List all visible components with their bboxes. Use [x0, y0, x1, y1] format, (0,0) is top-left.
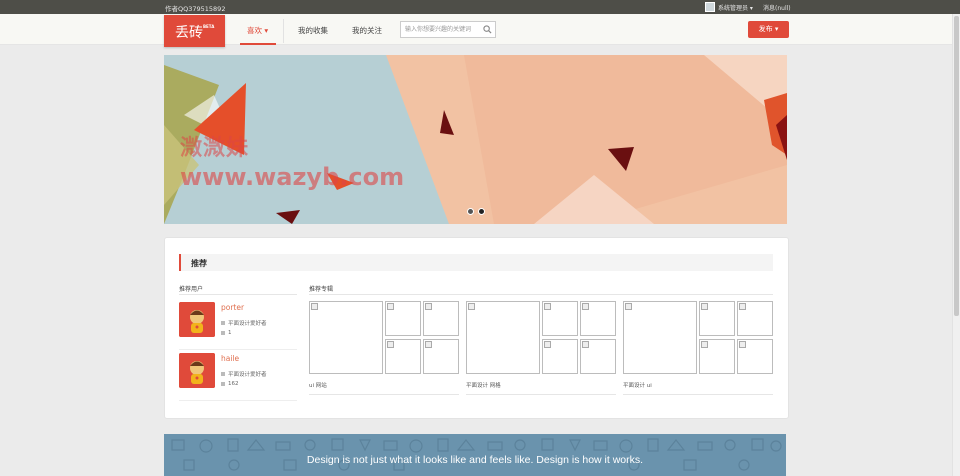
user-count: 162 — [221, 381, 239, 387]
user-card[interactable]: porter 平面设计爱好者 1 — [179, 302, 297, 350]
search-input[interactable] — [401, 22, 479, 37]
user-count: 1 — [221, 330, 232, 336]
album-cover-image[interactable] — [309, 301, 383, 374]
user-count-text: 1 — [228, 330, 232, 336]
hero-banner[interactable]: 溦溦妹 www.wazyb.com — [164, 55, 787, 224]
tag-icon — [221, 372, 225, 376]
tag-icon — [221, 321, 225, 325]
section-header: 推荐 — [179, 254, 773, 271]
album-thumb-image[interactable] — [580, 301, 616, 336]
count-icon — [221, 382, 225, 386]
album-caption[interactable]: ui 网站 — [309, 381, 327, 389]
nav-divider — [283, 19, 284, 43]
tab-my-follows[interactable]: 我的关注 — [352, 25, 382, 36]
user-card[interactable]: haile 平面设计爱好者 162 — [179, 353, 297, 401]
album-cover-image[interactable] — [623, 301, 697, 374]
page-scrollbar[interactable] — [952, 14, 960, 476]
publish-button[interactable]: 发布 ▾ — [748, 21, 789, 38]
scrollbar-thumb[interactable] — [954, 16, 959, 316]
broken-image-icon — [625, 303, 632, 310]
quote-banner: Design is not just what it looks like an… — [164, 434, 786, 476]
album-divider — [623, 394, 773, 395]
album-thumb-image[interactable] — [423, 339, 459, 374]
watermark-url: www.wazyb.com — [180, 163, 405, 191]
author-text: 作者QQ379515892 — [165, 5, 226, 13]
logo-text: 丢砖 — [175, 25, 203, 41]
recommend-card: 推荐 推荐用户 推荐专辑 porter 平面设计爱好者 1 haile 平面设计… — [164, 237, 789, 419]
design-quote: Design is not just what it looks like an… — [306, 454, 644, 466]
album-cover-image[interactable] — [466, 301, 540, 374]
album-caption[interactable]: 平面设计 ui — [623, 381, 652, 389]
user-name[interactable]: 系统管理员 ▾ — [718, 3, 753, 12]
beta-badge: BETA — [203, 24, 215, 29]
broken-image-icon — [739, 341, 746, 348]
album-thumb-image[interactable] — [385, 301, 421, 336]
user-tag: 平面设计爱好者 — [221, 319, 267, 327]
broken-image-icon — [425, 303, 432, 310]
album-divider — [309, 394, 459, 395]
banner-artwork — [164, 55, 787, 224]
search-box[interactable] — [400, 21, 496, 38]
slide-dot-2[interactable] — [478, 208, 485, 215]
site-logo[interactable]: 丢砖 BETA — [164, 15, 225, 47]
users-column-title: 推荐用户 — [179, 286, 204, 293]
album-card[interactable]: ui 网站 — [309, 301, 459, 397]
albums-column-title: 推荐专辑 — [309, 286, 334, 293]
albums-divider — [309, 294, 773, 295]
user-name[interactable]: porter — [221, 303, 244, 312]
album-thumb-image[interactable] — [542, 301, 578, 336]
user-avatar[interactable] — [179, 302, 215, 337]
users-divider — [179, 294, 297, 295]
avatar-illustration — [179, 302, 215, 337]
user-count-text: 162 — [228, 381, 239, 387]
broken-image-icon — [311, 303, 318, 310]
tab-likes[interactable]: 喜欢 ▾ — [247, 25, 268, 36]
album-card[interactable]: 平面设计 网格 — [466, 301, 616, 397]
messages-link[interactable]: 消息(null) — [763, 3, 791, 12]
album-thumb-image[interactable] — [580, 339, 616, 374]
user-tag-text: 平面设计爱好者 — [228, 321, 267, 327]
broken-image-icon — [582, 341, 589, 348]
search-icon[interactable] — [483, 25, 492, 34]
user-avatar[interactable] — [179, 353, 215, 388]
album-thumb-image[interactable] — [699, 339, 735, 374]
user-avatar — [705, 2, 715, 12]
user-menu[interactable]: 系统管理员 ▾ — [705, 2, 753, 12]
broken-image-icon — [701, 341, 708, 348]
broken-image-icon — [701, 303, 708, 310]
broken-image-icon — [387, 303, 394, 310]
watermark-cn: 溦溦妹 — [180, 136, 250, 161]
broken-image-icon — [468, 303, 475, 310]
active-tab-indicator — [240, 43, 276, 45]
section-title: 推荐 — [191, 259, 207, 268]
avatar-illustration — [179, 353, 215, 388]
tab-my-collections[interactable]: 我的收集 — [298, 25, 328, 36]
user-tag: 平面设计爱好者 — [221, 370, 267, 378]
broken-image-icon — [582, 303, 589, 310]
broken-image-icon — [425, 341, 432, 348]
user-name[interactable]: haile — [221, 354, 239, 363]
user-tag-text: 平面设计爱好者 — [228, 372, 267, 378]
count-icon — [221, 331, 225, 335]
album-thumb-image[interactable] — [699, 301, 735, 336]
top-bar: 作者QQ379515892 系统管理员 ▾ 消息(null) — [0, 0, 960, 14]
album-thumb-image[interactable] — [385, 339, 421, 374]
broken-image-icon — [544, 303, 551, 310]
album-caption[interactable]: 平面设计 网格 — [466, 381, 501, 389]
broken-image-icon — [544, 341, 551, 348]
broken-image-icon — [739, 303, 746, 310]
broken-image-icon — [387, 341, 394, 348]
album-thumb-image[interactable] — [737, 339, 773, 374]
album-card[interactable]: 平面设计 ui — [623, 301, 773, 397]
slide-dot-1[interactable] — [467, 208, 474, 215]
album-thumb-image[interactable] — [542, 339, 578, 374]
album-divider — [466, 394, 616, 395]
album-thumb-image[interactable] — [423, 301, 459, 336]
album-thumb-image[interactable] — [737, 301, 773, 336]
